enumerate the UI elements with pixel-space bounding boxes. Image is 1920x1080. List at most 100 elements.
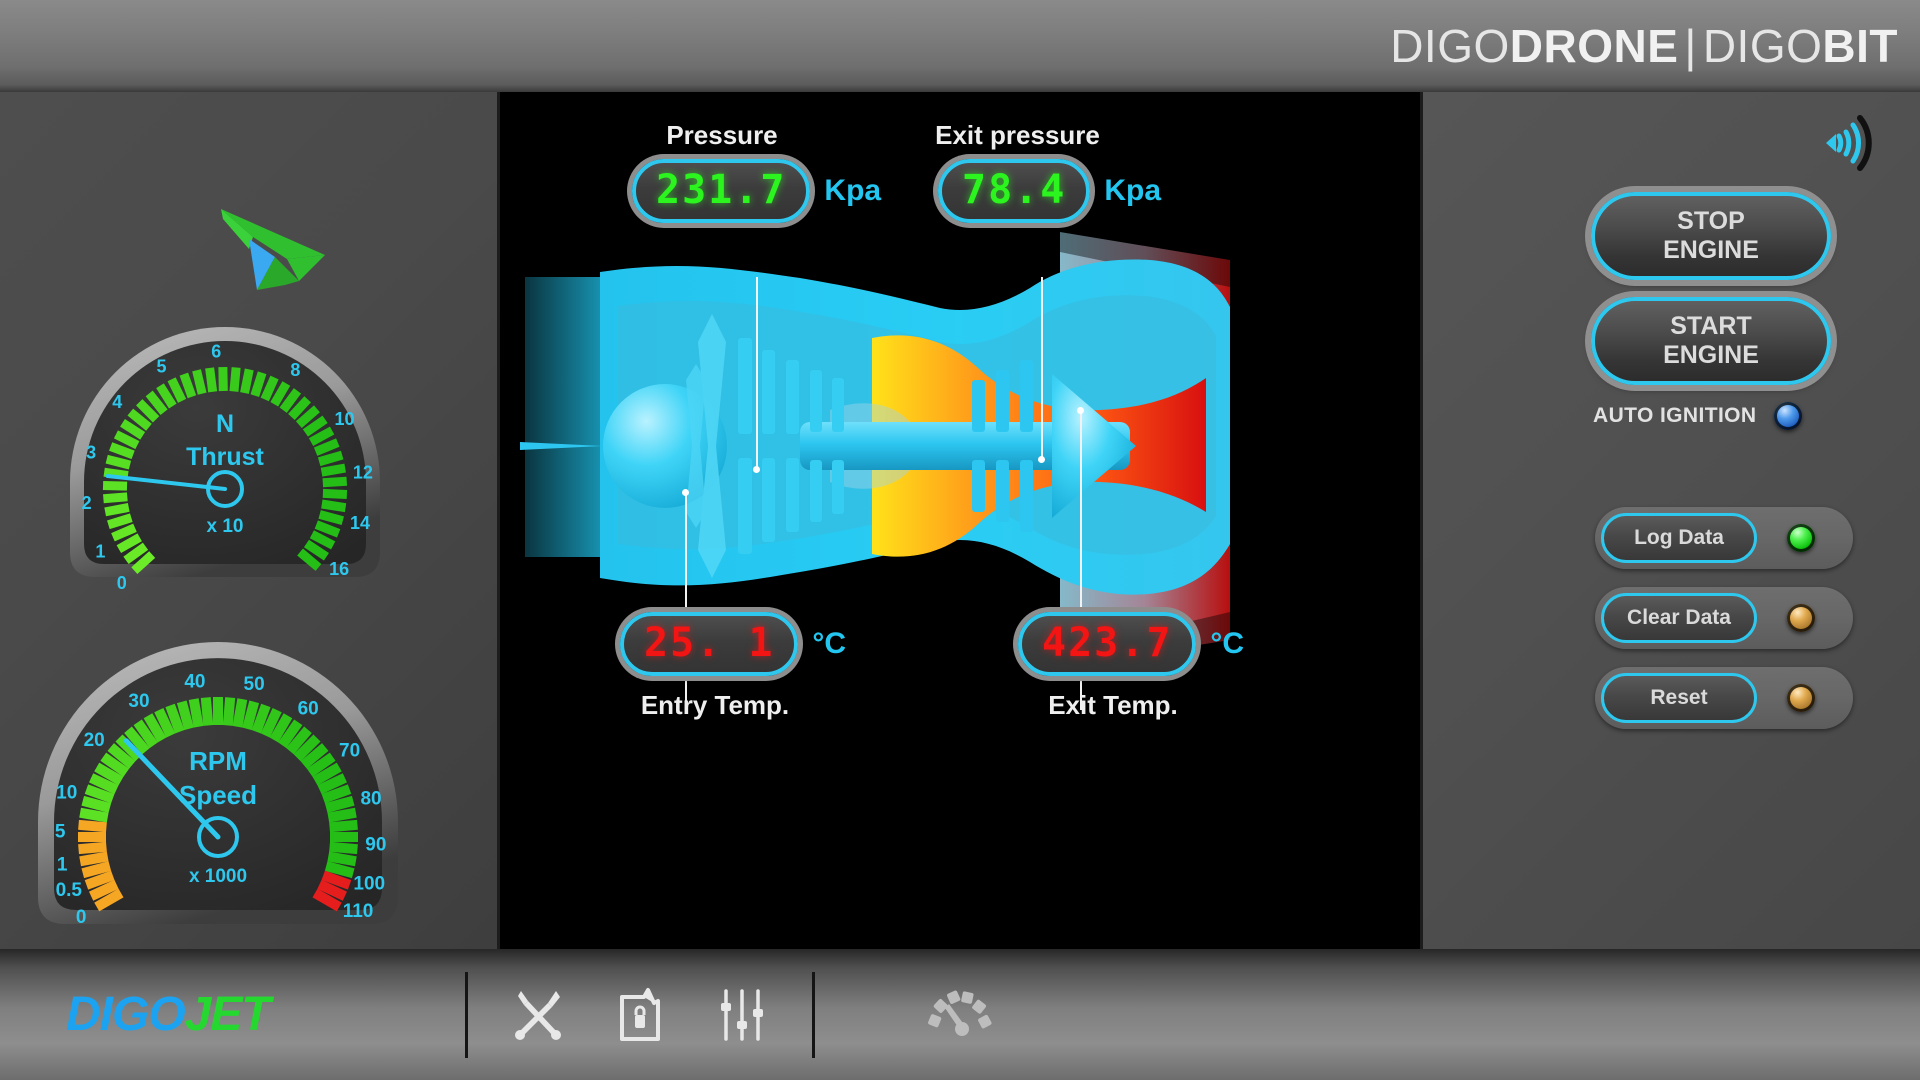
start-engine-line2: ENGINE	[1663, 341, 1759, 369]
stop-engine-line1: STOP	[1677, 207, 1745, 236]
pressure-lead-line	[756, 277, 758, 469]
rpm-gauge: 0 0.5 1 5 10 20 30 40 50 60 70 80 90 100 110 RPM Speed…	[22, 592, 412, 942]
logo-jet: JET	[184, 988, 271, 1041]
pressure-display: 231.7	[632, 159, 811, 223]
exit-pressure-label: Exit pressure	[935, 120, 1100, 150]
pressure-value: 231.7	[656, 167, 787, 213]
brand-digo-2: DIGO	[1702, 20, 1823, 72]
brand-bit: BIT	[1822, 20, 1898, 72]
exit-pressure-lead-line	[1041, 277, 1043, 459]
gauges-panel: 0 1 2 3 4 5 6 8 10 12 14 16 N Thrust x 10	[0, 92, 500, 949]
log-data-row: Log Data	[1595, 507, 1853, 569]
clear-data-button[interactable]: Clear Data	[1601, 593, 1757, 643]
thrust-tick-label: 8	[290, 360, 300, 380]
brand-title: DIGODRONE | DIGOBIT	[1390, 19, 1920, 73]
wireless-signal-icon[interactable]	[1820, 112, 1882, 174]
brand-digo-1: DIGO	[1390, 20, 1510, 72]
auto-ignition-led[interactable]	[1774, 402, 1803, 430]
exit-pressure-unit: Kpa	[1104, 174, 1162, 207]
rpm-tick-label: 5	[55, 821, 66, 842]
exit-temp-display: 423.7	[1018, 612, 1197, 676]
rpm-tick-label: 0.5	[56, 880, 83, 901]
entry-temp-display: 25. 1	[620, 612, 799, 676]
thrust-tick-label: 2	[82, 493, 92, 513]
app-header: DIGODRONE | DIGOBIT	[0, 0, 1920, 92]
rpm-tick-label: 50	[244, 674, 265, 695]
exit-pressure-display: 78.4	[938, 159, 1091, 223]
pressure-lead-dot	[753, 466, 760, 473]
rpm-tick-label: 0	[76, 907, 87, 928]
footer-tool-group	[468, 987, 812, 1043]
rpm-tick-label: 100	[353, 874, 385, 895]
clear-data-row: Clear Data	[1595, 587, 1853, 649]
thrust-gauge-face: 0123456810121416 N Thrust x 10	[70, 327, 380, 593]
rpm-tick-label: 30	[128, 691, 149, 712]
log-data-led	[1787, 524, 1815, 552]
pressure-readout: Pressure 231.7 Kpa	[632, 120, 932, 223]
pressure-unit: Kpa	[824, 174, 882, 207]
thrust-gauge: 0 1 2 3 4 5 6 8 10 12 14 16 N Thrust x 10	[60, 282, 390, 593]
controls-panel: STOP ENGINE START ENGINE AUTO IGNITION L…	[1420, 92, 1920, 949]
entry-temp-value: 25. 1	[644, 620, 775, 666]
secure-folder-icon[interactable]	[614, 987, 666, 1043]
exit-temp-unit: °C	[1210, 627, 1245, 660]
exit-temp-readout: 423.7 °C Exit Temp.	[1018, 612, 1328, 721]
rpm-tick-label: 80	[360, 789, 381, 810]
pressure-label: Pressure	[666, 120, 778, 150]
exit-pressure-lead-dot	[1038, 456, 1045, 463]
digojet-logo: DIGOJET	[0, 987, 271, 1042]
stop-engine-button[interactable]: STOP ENGINE	[1591, 192, 1831, 280]
entry-temp-readout: 25. 1 °C Entry Temp.	[620, 612, 920, 721]
tools-icon[interactable]	[512, 987, 564, 1043]
brand-drone: DRONE	[1509, 20, 1679, 72]
thrust-tick-label: 3	[86, 443, 96, 463]
thrust-title-1: N	[216, 410, 234, 438]
rpm-title-1: RPM	[189, 746, 247, 776]
exit-temp-lead-dot	[1077, 407, 1084, 414]
rpm-multiplier: x 1000	[189, 866, 247, 887]
rpm-tick-label: 70	[339, 741, 360, 762]
thrust-tick-label: 10	[334, 409, 354, 429]
footer-gauge-group	[815, 984, 995, 1045]
sliders-icon[interactable]	[716, 987, 768, 1043]
main-content: 0 1 2 3 4 5 6 8 10 12 14 16 N Thrust x 10	[0, 92, 1920, 949]
brand-separator: |	[1684, 20, 1697, 72]
drone-arrow-icon	[221, 209, 325, 290]
rpm-tick-label: 90	[365, 835, 386, 856]
jet-engine-monitor-app: DIGODRONE | DIGOBIT 0 1 2 3 4 5 6 8 10 1…	[0, 0, 1920, 1080]
entry-temp-label: Entry Temp.	[640, 690, 790, 720]
rpm-tick-label: 110	[343, 901, 374, 922]
start-engine-button[interactable]: START ENGINE	[1591, 297, 1831, 385]
reset-button[interactable]: Reset	[1601, 673, 1757, 723]
thrust-tick-label: 6	[211, 341, 221, 361]
entry-temp-lead-dot	[682, 489, 689, 496]
rpm-gauge-face: 00.51510203040 5060708090100110 RPM Speed…	[38, 642, 398, 928]
app-footer: DIGOJET	[0, 949, 1920, 1080]
stop-engine-line2: ENGINE	[1663, 236, 1759, 264]
thrust-tick-label: 12	[353, 463, 373, 483]
rpm-tick-label: 1	[57, 854, 68, 875]
log-data-button[interactable]: Log Data	[1601, 513, 1757, 563]
engine-diagram-panel: Pressure 231.7 Kpa Exit pressure 78.4 Kp…	[500, 92, 1420, 949]
exit-temp-label: Exit Temp.	[1048, 690, 1178, 720]
rpm-tick-label: 20	[84, 730, 105, 751]
thrust-tick-label: 4	[112, 392, 122, 412]
exit-pressure-readout: Exit pressure 78.4 Kpa	[920, 120, 1250, 223]
thrust-tick-label: 5	[156, 356, 166, 376]
start-engine-line1: START	[1670, 312, 1752, 341]
clear-data-led	[1787, 604, 1815, 632]
rpm-tick-label: 60	[298, 698, 319, 719]
auto-ignition-row: AUTO IGNITION	[1593, 402, 1803, 430]
auto-ignition-label: AUTO IGNITION	[1593, 404, 1757, 427]
thrust-tick-label: 14	[350, 513, 370, 533]
reset-row: Reset	[1595, 667, 1853, 729]
reset-led	[1787, 684, 1815, 712]
exit-pressure-value: 78.4	[962, 167, 1067, 213]
rpm-tick-label: 40	[184, 672, 205, 693]
logo-digo: DIGO	[66, 988, 186, 1041]
exit-temp-value: 423.7	[1042, 620, 1173, 666]
thrust-tick-label: 0	[117, 573, 127, 592]
thrust-multiplier: x 10	[207, 516, 244, 537]
gauge-icon[interactable]	[925, 984, 995, 1040]
thrust-tick-label: 1	[95, 542, 105, 562]
